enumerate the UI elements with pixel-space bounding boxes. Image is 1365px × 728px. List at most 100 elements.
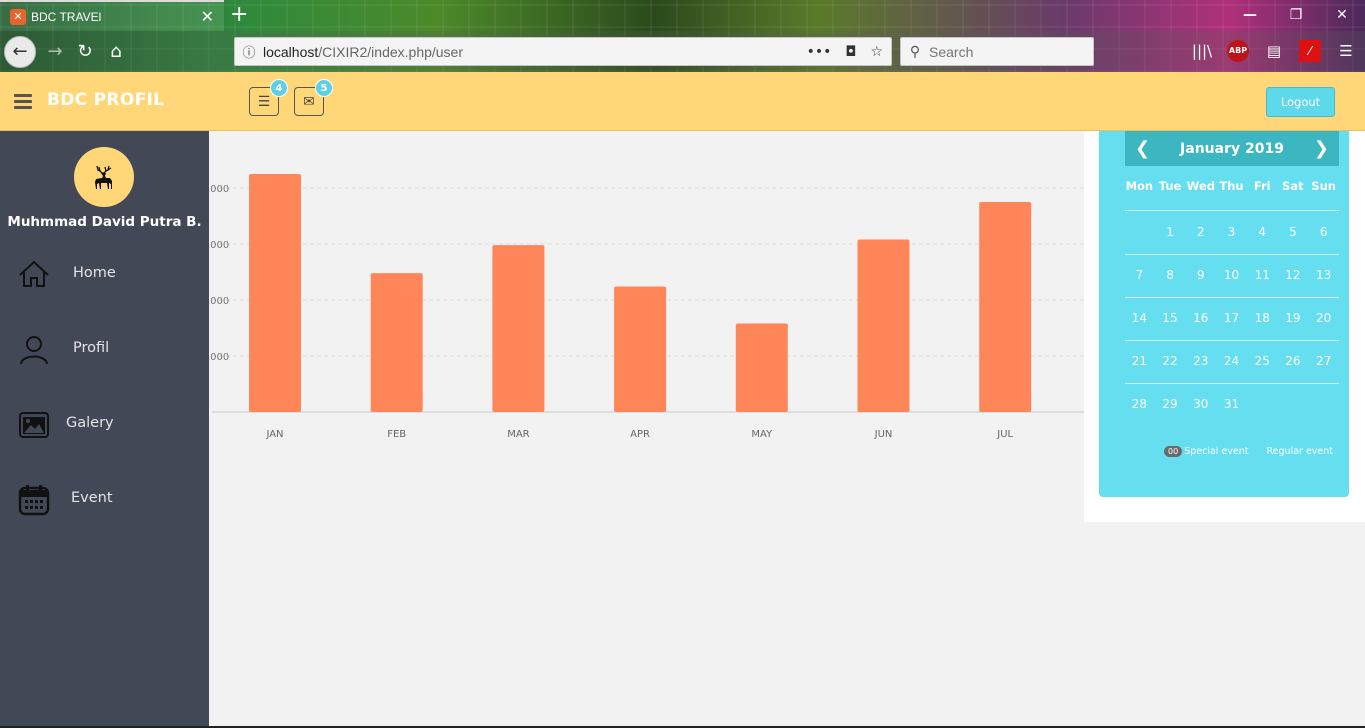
calendar-day[interactable]: 23 (1185, 354, 1216, 368)
tasks-button[interactable]: ☰ 4 (249, 79, 288, 116)
weekday-label: Thu (1219, 179, 1244, 193)
calendar-day[interactable]: 5 (1278, 225, 1309, 239)
tab-close-icon[interactable]: ✕ (201, 7, 214, 26)
calendar-day[interactable]: 17 (1216, 311, 1247, 325)
sidebar-item-home[interactable]: Home (0, 259, 209, 319)
weekday-label: Sat (1282, 179, 1304, 193)
hamburger-icon[interactable] (14, 94, 32, 109)
extension-icon[interactable]: ⁄ (1299, 40, 1321, 62)
bookmark-star-icon[interactable]: ☆ (870, 44, 883, 60)
pocket-icon[interactable]: ◘ (845, 44, 856, 60)
special-event-pill: 00 (1164, 446, 1183, 457)
messages-button[interactable]: ✉ 5 (294, 79, 333, 116)
bar-mar[interactable] (492, 245, 545, 412)
user-icon (20, 336, 48, 365)
calendar-day[interactable]: 13 (1308, 268, 1339, 282)
calendar-day[interactable]: 18 (1247, 311, 1278, 325)
sidebar-item-label: Home (73, 265, 116, 281)
calendar-day[interactable]: 30 (1185, 397, 1216, 411)
bar-apr[interactable] (614, 286, 667, 412)
adblock-icon[interactable]: ABP (1227, 40, 1249, 62)
calendar-day[interactable]: 1 (1155, 225, 1186, 239)
calendar: ❮ January 2019 ❯ Mon Tue Wed Thu Fri Sat… (1099, 131, 1349, 497)
weekday-label: Sun (1311, 179, 1336, 193)
brand-title: BDC PROFIL (47, 90, 165, 110)
window-controls: — ❐ ✕ (1227, 0, 1365, 30)
reader-view-icon[interactable]: ▤ (1263, 40, 1285, 62)
calendar-header: ❮ January 2019 ❯ (1125, 131, 1339, 166)
search-bar[interactable]: ⚲ (900, 37, 1094, 66)
url-bar[interactable]: ⓘ localhost/CIXIR2/index.php/user ••• ◘ … (234, 37, 892, 66)
weekday-label: Tue (1158, 179, 1182, 193)
calendar-day[interactable]: 3 (1216, 225, 1247, 239)
tasks-icon: ☰ (257, 93, 271, 110)
x-tick-label: APR (630, 429, 650, 440)
home-browser-icon[interactable]: ⌂ (105, 41, 127, 63)
calendar-day[interactable]: 9 (1185, 268, 1216, 282)
maximize-button[interactable]: ❐ (1273, 0, 1319, 30)
y-tick-label: ,000 (209, 352, 229, 363)
calendar-day[interactable]: 8 (1155, 268, 1186, 282)
x-tick-label: JUN (874, 429, 893, 440)
bar-feb[interactable] (370, 273, 423, 412)
search-input[interactable] (929, 43, 1079, 60)
calendar-day[interactable]: 11 (1247, 268, 1278, 282)
calendar-day[interactable]: 19 (1278, 311, 1309, 325)
library-icon[interactable]: |||\ (1191, 40, 1213, 62)
calendar-day[interactable]: 10 (1216, 268, 1247, 282)
calendar-day[interactable]: 4 (1247, 225, 1278, 239)
messages-badge: 5 (315, 79, 333, 97)
calendar-row-divider (1125, 340, 1339, 341)
sidebar-item-event[interactable]: Event (0, 484, 209, 544)
bar-may[interactable] (735, 323, 788, 412)
new-tab-button[interactable]: + (230, 2, 248, 28)
envelope-icon: ✉ (303, 93, 315, 110)
calendar-day[interactable]: 21 (1124, 354, 1155, 368)
weekday-label: Mon (1125, 179, 1154, 193)
tasks-badge: 4 (270, 79, 288, 97)
calendar-week-row: 14 15 16 17 18 19 20 (1124, 311, 1339, 325)
browser-tab[interactable]: ✕ BDC TRAVEl ✕ (0, 0, 224, 31)
next-month-icon[interactable]: ❯ (1314, 138, 1329, 159)
calendar-day[interactable]: 7 (1124, 268, 1155, 282)
calendar-day[interactable]: 24 (1216, 354, 1247, 368)
calendar-day[interactable]: 28 (1124, 397, 1155, 411)
avatar[interactable] (74, 147, 134, 207)
calendar-week-row: 21 22 23 24 25 26 27 (1124, 354, 1339, 368)
prev-month-icon[interactable]: ❮ (1135, 138, 1150, 159)
sidebar-item-galery[interactable]: Galery (0, 409, 209, 469)
weekday-label: Wed (1186, 179, 1215, 193)
logout-button[interactable]: Logout (1266, 87, 1335, 117)
minimize-button[interactable]: — (1227, 0, 1273, 30)
calendar-day[interactable]: 12 (1278, 268, 1309, 282)
calendar-day[interactable]: 25 (1247, 354, 1278, 368)
reload-icon[interactable]: ↻ (74, 41, 96, 63)
forward-arrow-icon[interactable]: → (44, 41, 66, 63)
calendar-panel: ❮ January 2019 ❯ Mon Tue Wed Thu Fri Sat… (1084, 131, 1365, 522)
back-arrow-icon[interactable]: ← (4, 36, 36, 68)
calendar-empty-cell (1308, 397, 1339, 411)
regular-event-label: Regular event (1266, 446, 1334, 457)
url-text[interactable]: localhost/CIXIR2/index.php/user (263, 44, 807, 60)
info-icon[interactable]: ⓘ (235, 42, 263, 61)
sidebar-item-profil[interactable]: Profil (0, 334, 209, 394)
bar-jan[interactable] (249, 174, 301, 412)
menu-icon[interactable]: ☰ (1335, 40, 1357, 62)
calendar-day[interactable]: 2 (1185, 225, 1216, 239)
calendar-day[interactable]: 27 (1308, 354, 1339, 368)
calendar-day[interactable]: 29 (1155, 397, 1186, 411)
calendar-day[interactable]: 14 (1124, 311, 1155, 325)
calendar-day[interactable]: 26 (1278, 354, 1309, 368)
calendar-day[interactable]: 20 (1308, 311, 1339, 325)
xampp-favicon-icon: ✕ (10, 8, 26, 25)
calendar-day[interactable]: 22 (1155, 354, 1186, 368)
sidebar-item-label: Galery (66, 415, 114, 431)
calendar-day[interactable]: 15 (1155, 311, 1186, 325)
bar-jun[interactable] (857, 239, 910, 412)
bar-jul[interactable] (979, 202, 1032, 412)
page-actions-icon[interactable]: ••• (807, 44, 832, 60)
calendar-day[interactable]: 31 (1216, 397, 1247, 411)
calendar-day[interactable]: 16 (1185, 311, 1216, 325)
calendar-day[interactable]: 6 (1308, 225, 1339, 239)
close-window-button[interactable]: ✕ (1319, 0, 1365, 30)
